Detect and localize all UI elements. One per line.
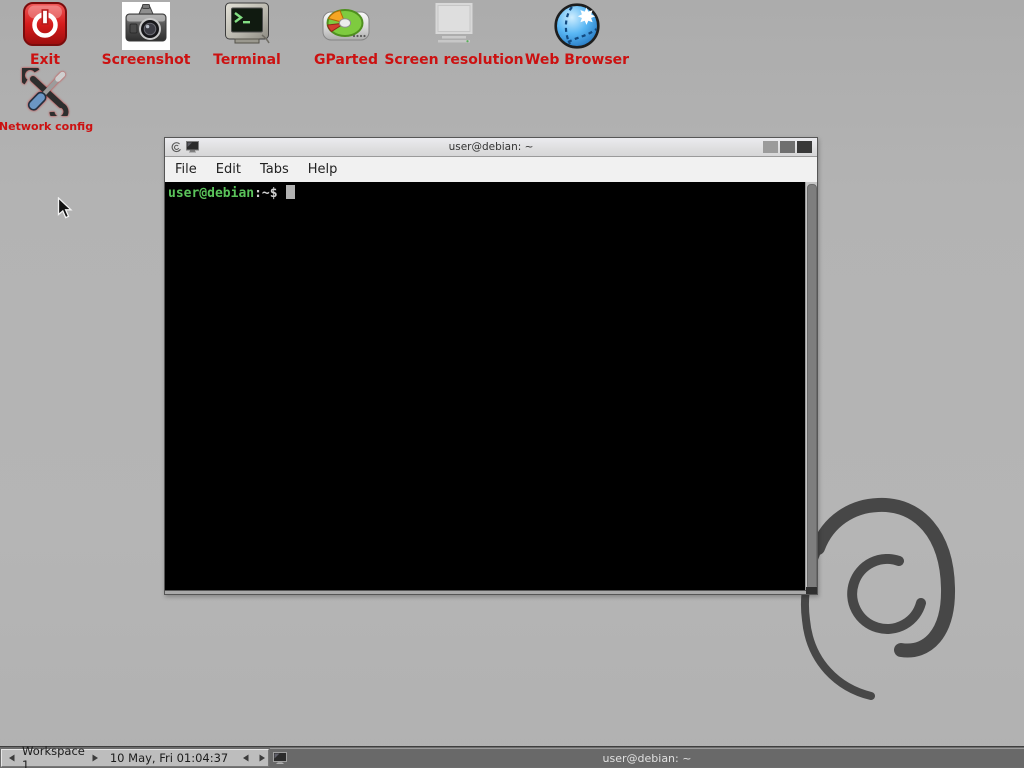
resize-grip[interactable] xyxy=(806,587,817,594)
scrollbar-thumb[interactable] xyxy=(807,184,817,590)
prompt-user-host: user@debian xyxy=(168,186,254,201)
window-title: user@debian: ~ xyxy=(165,141,817,153)
terminal-menubar: File Edit Tabs Help xyxy=(165,157,817,182)
workspace-panel: Workspace 1 10 May, Fri 01:04:37 xyxy=(1,749,269,767)
terminal-screen[interactable]: user@debian:~$ xyxy=(165,182,817,592)
taskbar: Workspace 1 10 May, Fri 01:04:37 user@de… xyxy=(0,746,1024,768)
window-bottom-edge xyxy=(165,590,817,594)
terminal-mini-icon xyxy=(186,141,199,153)
desktop-icon-network-config[interactable]: Network config xyxy=(0,68,116,134)
workspace-next-arrow-icon[interactable] xyxy=(92,754,99,762)
taskbar-clock: 10 May, Fri 01:04:37 xyxy=(110,751,228,765)
prompt-suffix: :~$ xyxy=(254,186,277,201)
minimize-button[interactable] xyxy=(763,141,778,153)
camera-icon xyxy=(122,2,170,50)
terminal-scrollbar[interactable] xyxy=(805,182,817,592)
task-button-label: user@debian: ~ xyxy=(270,752,1024,765)
maximize-button[interactable] xyxy=(780,141,795,153)
globe-icon xyxy=(553,2,601,50)
menu-help[interactable]: Help xyxy=(307,160,339,179)
close-button[interactable] xyxy=(797,141,812,153)
menu-edit[interactable]: Edit xyxy=(215,160,242,179)
mouse-cursor xyxy=(57,197,74,220)
workspace-label[interactable]: Workspace 1 xyxy=(22,744,85,768)
menu-tabs[interactable]: Tabs xyxy=(259,160,290,179)
window-cycle-next-icon[interactable] xyxy=(259,754,266,762)
disk-partition-icon xyxy=(321,2,371,46)
window-mini-icon xyxy=(273,752,287,765)
task-button-terminal[interactable]: user@debian: ~ xyxy=(270,748,1024,767)
window-titlebar[interactable]: user@debian: ~ xyxy=(165,138,817,157)
debian-swirl-icon xyxy=(170,141,182,153)
terminal-cursor xyxy=(286,185,295,199)
shell-prompt: user@debian:~$ xyxy=(165,182,817,202)
monitor-icon xyxy=(429,2,479,46)
desktop-icon-screen-resolution[interactable]: Screen resolution xyxy=(384,2,524,68)
crt-monitor-icon xyxy=(223,2,271,48)
menu-file[interactable]: File xyxy=(174,160,198,179)
desktop-icon-label: Web Browser xyxy=(507,53,647,68)
desktop: Exit Screenshot xyxy=(0,0,1024,768)
power-icon xyxy=(23,2,67,46)
terminal-window: user@debian: ~ File Edit Tabs Help user@… xyxy=(164,137,818,595)
workspace-prev-arrow-icon[interactable] xyxy=(8,754,15,762)
desktop-icon-web-browser[interactable]: Web Browser xyxy=(507,2,647,68)
window-cycle-prev-icon[interactable] xyxy=(242,754,249,762)
desktop-icon-label: Screen resolution xyxy=(384,53,524,68)
desktop-icon-label: Network config xyxy=(0,119,116,134)
crossed-tools-icon xyxy=(22,68,70,116)
